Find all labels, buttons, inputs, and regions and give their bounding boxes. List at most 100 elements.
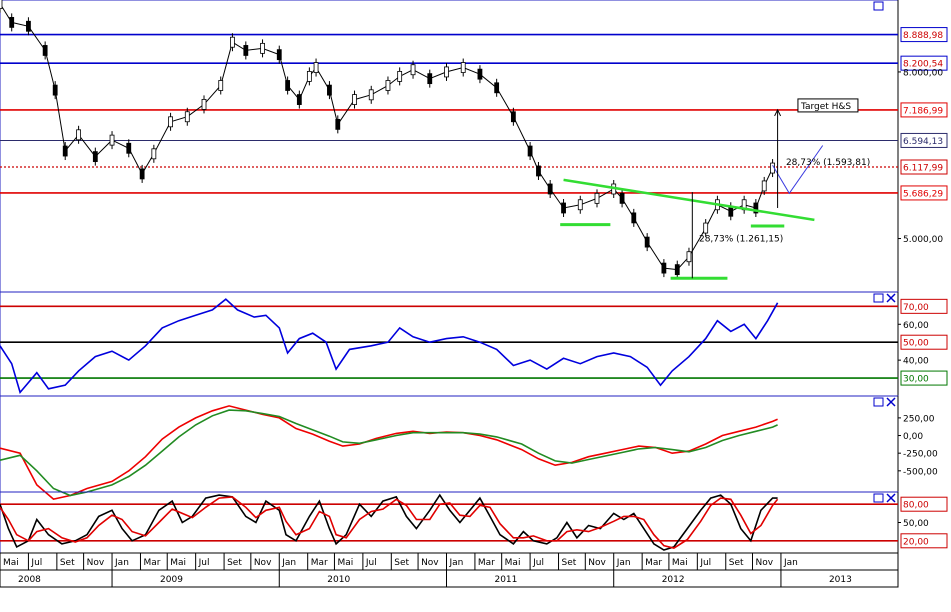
candle [547, 183, 553, 195]
candle [218, 80, 224, 91]
candle [703, 222, 709, 234]
month-label: Mai [505, 558, 521, 568]
candle [494, 82, 500, 94]
month-label: Jul [365, 558, 377, 568]
candle [410, 64, 416, 76]
candle [201, 98, 207, 110]
candle [92, 151, 98, 163]
candle [577, 199, 583, 211]
candle [109, 134, 115, 146]
level-label: 50,00 [903, 339, 929, 349]
year-label: 2009 [160, 575, 183, 585]
candle [661, 262, 667, 274]
month-label: Set [394, 558, 409, 568]
candle [397, 70, 403, 82]
window-square-icon[interactable] [873, 293, 884, 303]
year-label: 2008 [18, 575, 41, 585]
annotation-text: Target H&S [800, 102, 851, 112]
candle [26, 20, 31, 32]
candle [444, 66, 449, 78]
window-square-icon[interactable] [873, 493, 884, 503]
candle [313, 62, 319, 73]
month-label: Jan [114, 558, 129, 568]
y-tick-label: 40,00 [903, 357, 929, 367]
y-tick-label: 0,00 [903, 432, 923, 442]
candle [62, 145, 68, 157]
month-label: Set [227, 558, 242, 568]
window-square-icon[interactable] [873, 1, 884, 11]
month-label: Mar [143, 558, 160, 568]
month-label: Set [729, 558, 744, 568]
month-label: Jan [616, 558, 631, 568]
candle [594, 192, 600, 204]
candle [276, 49, 282, 61]
level-label: 80,00 [903, 501, 929, 511]
month-label: Nov [254, 558, 272, 568]
candle [9, 16, 15, 28]
candle [52, 84, 58, 96]
candle [151, 148, 157, 160]
year-label: 2012 [662, 575, 685, 585]
candle [644, 236, 650, 248]
candle [427, 73, 433, 85]
level-label: 8.888,98 [903, 31, 943, 41]
y-tick-label: 8.000,00 [903, 68, 943, 78]
y-tick-label: -250,00 [903, 450, 938, 460]
candle [230, 36, 235, 48]
month-label: Nov [421, 558, 439, 568]
year-label: 2010 [327, 575, 350, 585]
candle [460, 62, 466, 73]
candle [631, 212, 637, 224]
month-label: Mar [311, 558, 328, 568]
y-tick-label: 60,00 [903, 321, 929, 331]
month-label: Jul [699, 558, 711, 568]
level-label: 30,00 [903, 375, 929, 385]
candle [385, 80, 391, 91]
month-label: Jan [783, 558, 798, 568]
candle [368, 89, 374, 101]
month-label: Nov [87, 558, 105, 568]
candle [619, 192, 625, 204]
month-label: Jul [198, 558, 210, 568]
candle [686, 251, 692, 263]
chart-canvas: 8.888,988.200,547.186,996.594,136.117,99… [0, 0, 951, 612]
candle [561, 202, 566, 214]
candle [761, 180, 767, 192]
candle [184, 111, 190, 123]
level-label: 20,00 [903, 537, 929, 547]
candle [0, 0, 3, 10]
candle [674, 264, 680, 276]
month-label: Mar [645, 558, 662, 568]
month-label: Nov [756, 558, 774, 568]
month-label: Set [60, 558, 75, 568]
month-label: Set [562, 558, 577, 568]
level-label: 7.186,99 [903, 106, 943, 116]
candle [139, 168, 145, 180]
candle [296, 94, 302, 105]
candle [285, 80, 291, 91]
candle [327, 84, 332, 96]
candle [510, 111, 516, 123]
candle [536, 165, 541, 177]
candle [243, 45, 249, 56]
y-tick-label: 5.000,00 [903, 235, 943, 245]
month-label: Jul [30, 558, 42, 568]
candle [126, 142, 132, 154]
level-label: 5.686,29 [903, 189, 943, 199]
candle [335, 118, 341, 130]
candle [42, 45, 48, 56]
annotation-text: 28,73% (1.593,81) [786, 158, 870, 168]
candle [260, 42, 265, 54]
candle [76, 129, 81, 141]
year-label: 2011 [494, 575, 517, 585]
candle [527, 145, 533, 157]
month-label: Jul [532, 558, 544, 568]
level-label: 70,00 [903, 303, 929, 313]
month-label: Mai [672, 558, 688, 568]
month-label: Mai [337, 558, 353, 568]
window-square-icon[interactable] [873, 397, 884, 407]
month-label: Jan [281, 558, 296, 568]
y-tick-label: 50,00 [903, 519, 929, 529]
annotation-text: 28,73% (1.261,15) [699, 235, 783, 245]
y-tick-label: 250,00 [903, 414, 935, 424]
